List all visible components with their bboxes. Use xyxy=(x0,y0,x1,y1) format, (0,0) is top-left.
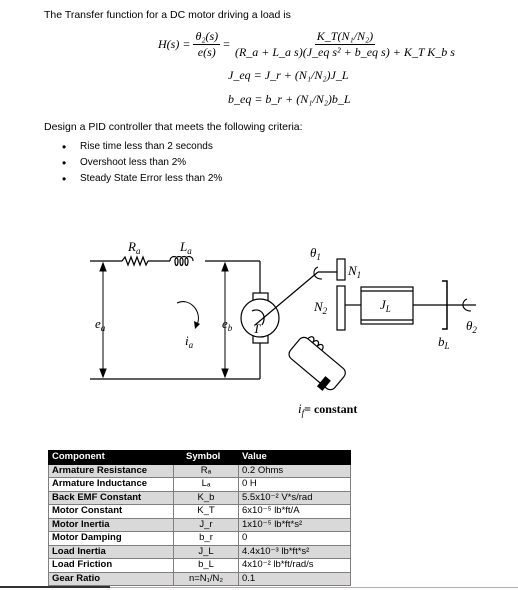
label-theta2: θ2 xyxy=(466,318,477,335)
table-row: Back EMF Constant K_b 5.5x10⁻² V*s/rad xyxy=(48,490,351,505)
cell-component: Armature Resistance xyxy=(48,463,174,478)
cell-value: 0 H xyxy=(238,477,351,492)
cell-symbol: Lₐ xyxy=(173,477,239,492)
cell-value: 6x10⁻⁵ lb*ft/A xyxy=(238,504,351,519)
cell-symbol: K_T xyxy=(173,504,239,519)
label-la: La xyxy=(179,239,192,256)
table-row: Armature Inductance Lₐ 0 H xyxy=(48,477,351,492)
eq-fraction-2-denominator: (R_a + L_a s)(J_eq s² + b_eq s) + K_T K_… xyxy=(234,45,455,59)
cell-symbol: n=N₁/N₂ xyxy=(173,571,239,586)
cell-value: 4x10⁻² lb*ft/rad/s xyxy=(238,558,351,573)
table-row: Motor Constant K_T 6x10⁻⁵ lb*ft/A xyxy=(48,504,351,519)
cell-component: Motor Constant xyxy=(48,504,174,519)
eq-lhs: H(s) = xyxy=(158,37,191,51)
table-row: Gear Ratio n=N₁/N₂ 0.1 xyxy=(48,571,351,586)
dc-motor-diagram: Ra La ea eb ia T θ1 N1 N2 JL bL θ2 if= c… xyxy=(90,239,477,418)
cell-component: Load Inertia xyxy=(48,544,174,559)
criteria-list: Rise time less than 2 seconds Overshoot … xyxy=(62,139,222,187)
label-bl: bL xyxy=(438,334,450,351)
criteria-item: Overshoot less than 2% xyxy=(62,155,222,171)
beq-equation: b_eq = b_r + (N₁/N₂)b_L xyxy=(228,92,351,106)
inductor-icon xyxy=(169,255,194,267)
cell-component: Load Friction xyxy=(48,558,174,573)
table-row: Load Inertia J_L 4.4x10⁻³ lb*ft*s² xyxy=(48,544,351,559)
label-eb: eb xyxy=(222,316,233,333)
table-row: Motor Inertia J_r 1x10⁻⁵ lb*ft*s² xyxy=(48,517,351,532)
cell-symbol: J_L xyxy=(173,544,239,559)
label-ra: Ra xyxy=(127,239,141,256)
gear-n2-icon xyxy=(336,285,346,331)
cell-value: 0 xyxy=(238,531,351,546)
cell-value: 0.1 xyxy=(238,571,351,586)
cell-value: 4.4x10⁻³ lb*ft*s² xyxy=(238,544,351,559)
eq-fraction-2: K_T(N₁/N₂) (R_a + L_a s)(J_eq s² + b_eq … xyxy=(233,30,457,59)
label-if-constant: if= constant xyxy=(298,401,357,418)
eq-fraction-1-denominator: e(s) xyxy=(197,45,216,59)
voltage-arrows xyxy=(99,261,229,379)
cell-symbol: b_L xyxy=(173,558,239,573)
label-ea: ea xyxy=(95,316,106,333)
table-row: Motor Damping b_r 0 xyxy=(48,531,351,546)
cell-component: Armature Inductance xyxy=(48,477,174,492)
eq-fraction-1-numerator: θ₂(s) xyxy=(193,29,221,45)
label-torque: T xyxy=(253,321,261,336)
rotation-arrow-icon xyxy=(313,266,323,280)
transfer-function-equation: H(s) = θ₂(s) e(s) = K_T(N₁/N₂) (R_a + L_… xyxy=(158,30,457,59)
criteria-item: Steady State Error less than 2% xyxy=(62,171,222,187)
table-row: Armature Resistance Rₐ 0.2 Ohms xyxy=(48,463,351,478)
parameters-table: Component Symbol Value Armature Resistan… xyxy=(48,450,351,586)
gear-n1-icon xyxy=(336,258,346,281)
cell-symbol: Rₐ xyxy=(173,463,239,478)
cell-component: Back EMF Constant xyxy=(48,490,174,505)
cell-symbol: b_r xyxy=(173,531,239,546)
circuit-wires xyxy=(90,260,261,380)
table-header-row: Component Symbol Value xyxy=(48,450,351,465)
page-bottom-divider-accent xyxy=(0,586,110,588)
label-ia: ia xyxy=(185,333,194,350)
design-text: Design a PID controller that meets the f… xyxy=(44,121,303,133)
cell-symbol: K_b xyxy=(173,490,239,505)
cell-component: Motor Damping xyxy=(48,531,174,546)
cell-value: 5.5x10⁻² V*s/rad xyxy=(238,490,351,505)
eq-fraction-2-numerator: K_T(N₁/N₂) xyxy=(314,29,376,45)
label-theta1: θ1 xyxy=(310,245,321,262)
label-n2: N2 xyxy=(313,299,328,316)
eq-equals: = xyxy=(223,37,230,51)
resistor-icon xyxy=(121,255,149,267)
header-symbol: Symbol xyxy=(173,450,239,465)
header-value: Value xyxy=(238,450,351,465)
eq-fraction-1: θ₂(s) e(s) xyxy=(193,29,221,59)
table-row: Load Friction b_L 4x10⁻² lb*ft/rad/s xyxy=(48,558,351,573)
current-arrow-icon xyxy=(176,301,199,326)
cell-symbol: J_r xyxy=(173,517,239,532)
cell-value: 0.2 Ohms xyxy=(238,463,351,478)
jeq-equation: J_eq = J_r + (N₁/N₂)J_L xyxy=(228,68,349,82)
field-coil-icon xyxy=(288,336,346,391)
intro-text: The Transfer function for a DC motor dri… xyxy=(44,9,291,21)
cell-value: 1x10⁻⁵ lb*ft*s² xyxy=(238,517,351,532)
cell-component: Motor Inertia xyxy=(48,517,174,532)
label-n1: N1 xyxy=(347,263,361,280)
criteria-item: Rise time less than 2 seconds xyxy=(62,139,222,155)
header-component: Component xyxy=(48,450,174,465)
cell-component: Gear Ratio xyxy=(48,571,174,586)
